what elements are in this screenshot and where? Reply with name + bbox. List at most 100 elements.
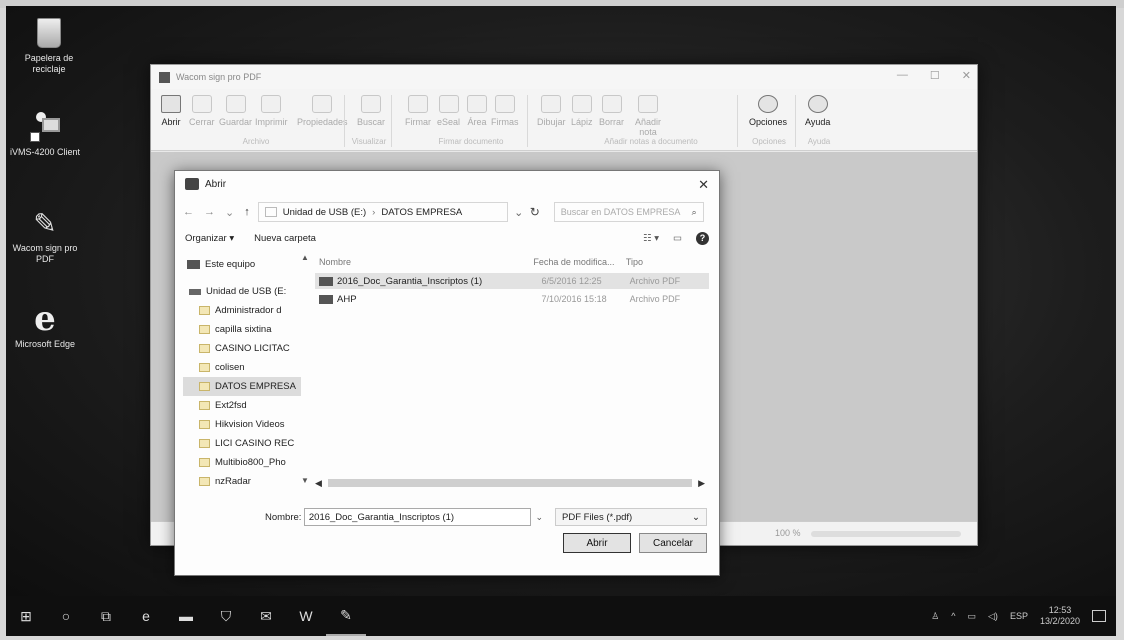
- file-row[interactable]: AHP 7/10/2016 15:18 Archivo PDF: [315, 291, 709, 307]
- ribbon-signatures-button[interactable]: Firmas: [491, 95, 519, 127]
- volume-icon[interactable]: ◁): [988, 611, 998, 622]
- breadcrumb-folder[interactable]: DATOS EMPRESA: [381, 207, 462, 218]
- zoom-slider[interactable]: [811, 531, 961, 537]
- ribbon-add-note-button[interactable]: Añadir nota: [631, 95, 665, 137]
- forward-arrow-icon[interactable]: →: [204, 206, 215, 219]
- ribbon-open-button[interactable]: Abrir: [161, 95, 181, 127]
- nav-scrollbar[interactable]: ▲ ▼: [301, 253, 309, 489]
- horizontal-scrollbar[interactable]: ◀ ▶: [315, 477, 705, 489]
- ribbon-pen-button[interactable]: Lápiz: [571, 95, 593, 127]
- ribbon-save-button[interactable]: Guardar: [219, 95, 252, 127]
- folder-icon: [199, 344, 210, 353]
- properties-icon: [312, 95, 333, 113]
- taskbar-search-button[interactable]: ○: [46, 596, 86, 636]
- minimize-button[interactable]: —: [897, 69, 908, 82]
- cancel-button[interactable]: Cancelar: [639, 533, 707, 553]
- ribbon-eseal-button[interactable]: eSeal: [437, 95, 460, 127]
- help-icon[interactable]: ?: [696, 231, 709, 245]
- ribbon-draw-button[interactable]: Dibujar: [537, 95, 566, 127]
- maximize-button[interactable]: ☐: [930, 69, 940, 82]
- filename-dropdown-icon[interactable]: ⌄: [531, 508, 547, 526]
- ribbon-options-button[interactable]: Opciones: [749, 95, 787, 127]
- address-dropdown-icon[interactable]: ⌄: [508, 206, 530, 219]
- organize-button[interactable]: Organizar ▾: [185, 233, 234, 244]
- ribbon-separator: [391, 95, 392, 147]
- column-header-type[interactable]: Tipo: [626, 257, 709, 267]
- ribbon-group-label: Opciones: [752, 137, 786, 146]
- ribbon-print-button[interactable]: Imprimir: [255, 95, 288, 127]
- file-date: 7/10/2016 15:18: [541, 294, 607, 304]
- show-hidden-icons-chevron-icon[interactable]: ^: [951, 611, 955, 621]
- dialog-title-bar: Abrir: [175, 171, 719, 197]
- taskbar-mail[interactable]: ✉: [246, 596, 286, 636]
- search-icon: [361, 95, 381, 113]
- task-view-button[interactable]: ⧉: [86, 596, 126, 636]
- nav-item-folder[interactable]: capilla sixtina: [183, 320, 301, 339]
- desktop-icon-wacom[interactable]: ✎ Wacom sign pro PDF: [6, 206, 84, 265]
- history-dropdown-icon[interactable]: ⌄: [225, 206, 234, 219]
- nav-item-folder[interactable]: Hikvision Videos: [183, 415, 301, 434]
- nav-item-folder[interactable]: Multibio800_Pho: [183, 453, 301, 472]
- nav-item-folder[interactable]: LICI CASINO REC: [183, 434, 301, 453]
- refresh-icon[interactable]: ↻: [530, 205, 548, 219]
- file-type: Archivo PDF: [629, 294, 681, 304]
- taskbar-word[interactable]: W: [286, 596, 326, 636]
- taskbar-edge[interactable]: e: [126, 596, 166, 636]
- ribbon-help-button[interactable]: Ayuda: [805, 95, 830, 127]
- close-window-button[interactable]: ✕: [962, 69, 971, 82]
- desktop-icon-edge[interactable]: e Microsoft Edge: [6, 302, 84, 350]
- new-folder-button[interactable]: Nueva carpeta: [254, 233, 316, 244]
- scroll-up-arrow-icon[interactable]: ▲: [301, 253, 309, 262]
- filename-input[interactable]: 2016_Doc_Garantia_Inscriptos (1): [303, 508, 532, 526]
- scroll-thumb[interactable]: [327, 479, 693, 487]
- computer-icon: [187, 260, 200, 269]
- open-button[interactable]: Abrir: [563, 533, 631, 553]
- people-icon[interactable]: ♙: [931, 611, 939, 622]
- ribbon-separator: [344, 95, 345, 147]
- ribbon-erase-button[interactable]: Borrar: [599, 95, 624, 127]
- desktop-icon-recycle-bin[interactable]: Papelera de reciclaje: [10, 16, 88, 75]
- breadcrumb-drive[interactable]: Unidad de USB (E:): [283, 207, 366, 218]
- nav-item-this-pc[interactable]: Este equipo: [183, 255, 301, 274]
- ribbon-sign-button[interactable]: Firmar: [405, 95, 431, 127]
- help-icon: [807, 95, 828, 113]
- scroll-down-arrow-icon[interactable]: ▼: [301, 476, 309, 485]
- nav-item-folder[interactable]: Administrador d: [183, 301, 301, 320]
- desktop-icon-label: Microsoft Edge: [14, 339, 76, 349]
- column-header-name[interactable]: Nombre: [315, 257, 533, 267]
- address-bar[interactable]: Unidad de USB (E:) › DATOS EMPRESA: [257, 202, 508, 222]
- file-row-selected[interactable]: 2016_Doc_Garantia_Inscriptos (1) 6/5/201…: [315, 273, 709, 289]
- clock[interactable]: 12:53 13/2/2020: [1040, 605, 1080, 627]
- start-button[interactable]: ⊞: [6, 596, 46, 636]
- taskbar-file-explorer[interactable]: ▬: [166, 596, 206, 636]
- scroll-right-arrow-icon[interactable]: ▶: [698, 478, 705, 489]
- ribbon-properties-button[interactable]: Propiedades: [297, 95, 348, 127]
- column-header-date[interactable]: Fecha de modifica...: [533, 257, 625, 267]
- nav-item-folder[interactable]: colisen: [183, 358, 301, 377]
- desktop-icon-ivms[interactable]: iVMS-4200 Client: [6, 110, 84, 158]
- up-arrow-icon[interactable]: ↑: [244, 206, 250, 219]
- preview-pane-icon[interactable]: ▭: [673, 233, 682, 244]
- view-options-icon[interactable]: ☷ ▾: [643, 233, 659, 244]
- ribbon-search-button[interactable]: Buscar: [357, 95, 385, 127]
- search-input[interactable]: Buscar en DATOS EMPRESA ⌕: [553, 202, 704, 222]
- back-arrow-icon[interactable]: ←: [183, 206, 194, 219]
- taskbar-wacom[interactable]: ✎: [326, 596, 366, 636]
- nav-item-folder[interactable]: CASINO LICITAC: [183, 339, 301, 358]
- nav-item-folder[interactable]: nzRadar: [183, 472, 301, 491]
- ribbon-close-button[interactable]: Cerrar: [189, 95, 215, 127]
- dialog-close-button[interactable]: ✕: [698, 177, 709, 193]
- ribbon-area-button[interactable]: Área: [467, 95, 487, 127]
- folder-icon: [199, 458, 210, 467]
- action-center-icon[interactable]: [1092, 610, 1106, 622]
- nav-item-folder[interactable]: Ext2fsd: [183, 396, 301, 415]
- nav-item-folder-selected[interactable]: DATOS EMPRESA: [183, 377, 301, 396]
- windows-logo-icon: ⊞: [20, 607, 32, 624]
- filetype-select[interactable]: PDF Files (*.pdf) ⌄: [555, 508, 707, 526]
- scroll-left-arrow-icon[interactable]: ◀: [315, 478, 322, 489]
- taskbar-store[interactable]: ⛉: [206, 596, 246, 636]
- input-language[interactable]: ESP: [1010, 611, 1028, 621]
- ribbon-separator: [527, 95, 528, 147]
- nav-item-usb-drive[interactable]: Unidad de USB (E:: [183, 282, 301, 301]
- network-icon[interactable]: ▭: [968, 611, 977, 622]
